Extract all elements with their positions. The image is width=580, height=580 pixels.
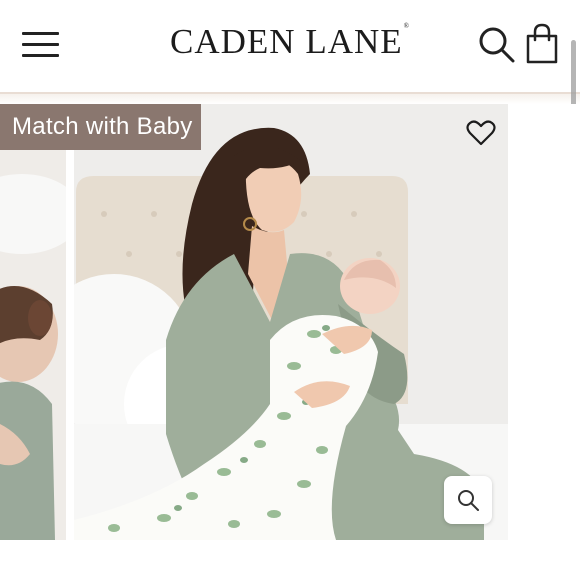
gallery-slide-active[interactable]	[74, 104, 508, 540]
shopping-bag-icon	[526, 23, 558, 64]
baby-photo-previous	[0, 104, 66, 540]
zoom-magnifier-icon	[458, 490, 479, 511]
gallery-slide-previous[interactable]	[0, 104, 66, 540]
gallery-slide-next[interactable]	[508, 104, 580, 540]
zoom-image-button[interactable]	[444, 476, 492, 524]
match-badge: Match with Baby	[0, 104, 201, 150]
site-header: CADEN LANE®	[0, 0, 580, 92]
product-image-gallery[interactable]	[0, 104, 580, 540]
match-badge-label: Match with Baby	[12, 113, 193, 140]
mother-baby-photo	[74, 104, 508, 540]
brand-registered-mark: ®	[403, 22, 410, 30]
search-icon	[479, 27, 515, 63]
wishlist-button[interactable]	[466, 118, 496, 148]
brand-name: CADEN LANE	[170, 22, 403, 61]
cart-button[interactable]	[522, 22, 562, 66]
heart-outline-icon	[466, 120, 496, 146]
search-button[interactable]	[478, 25, 516, 65]
banner-strip	[0, 94, 580, 104]
